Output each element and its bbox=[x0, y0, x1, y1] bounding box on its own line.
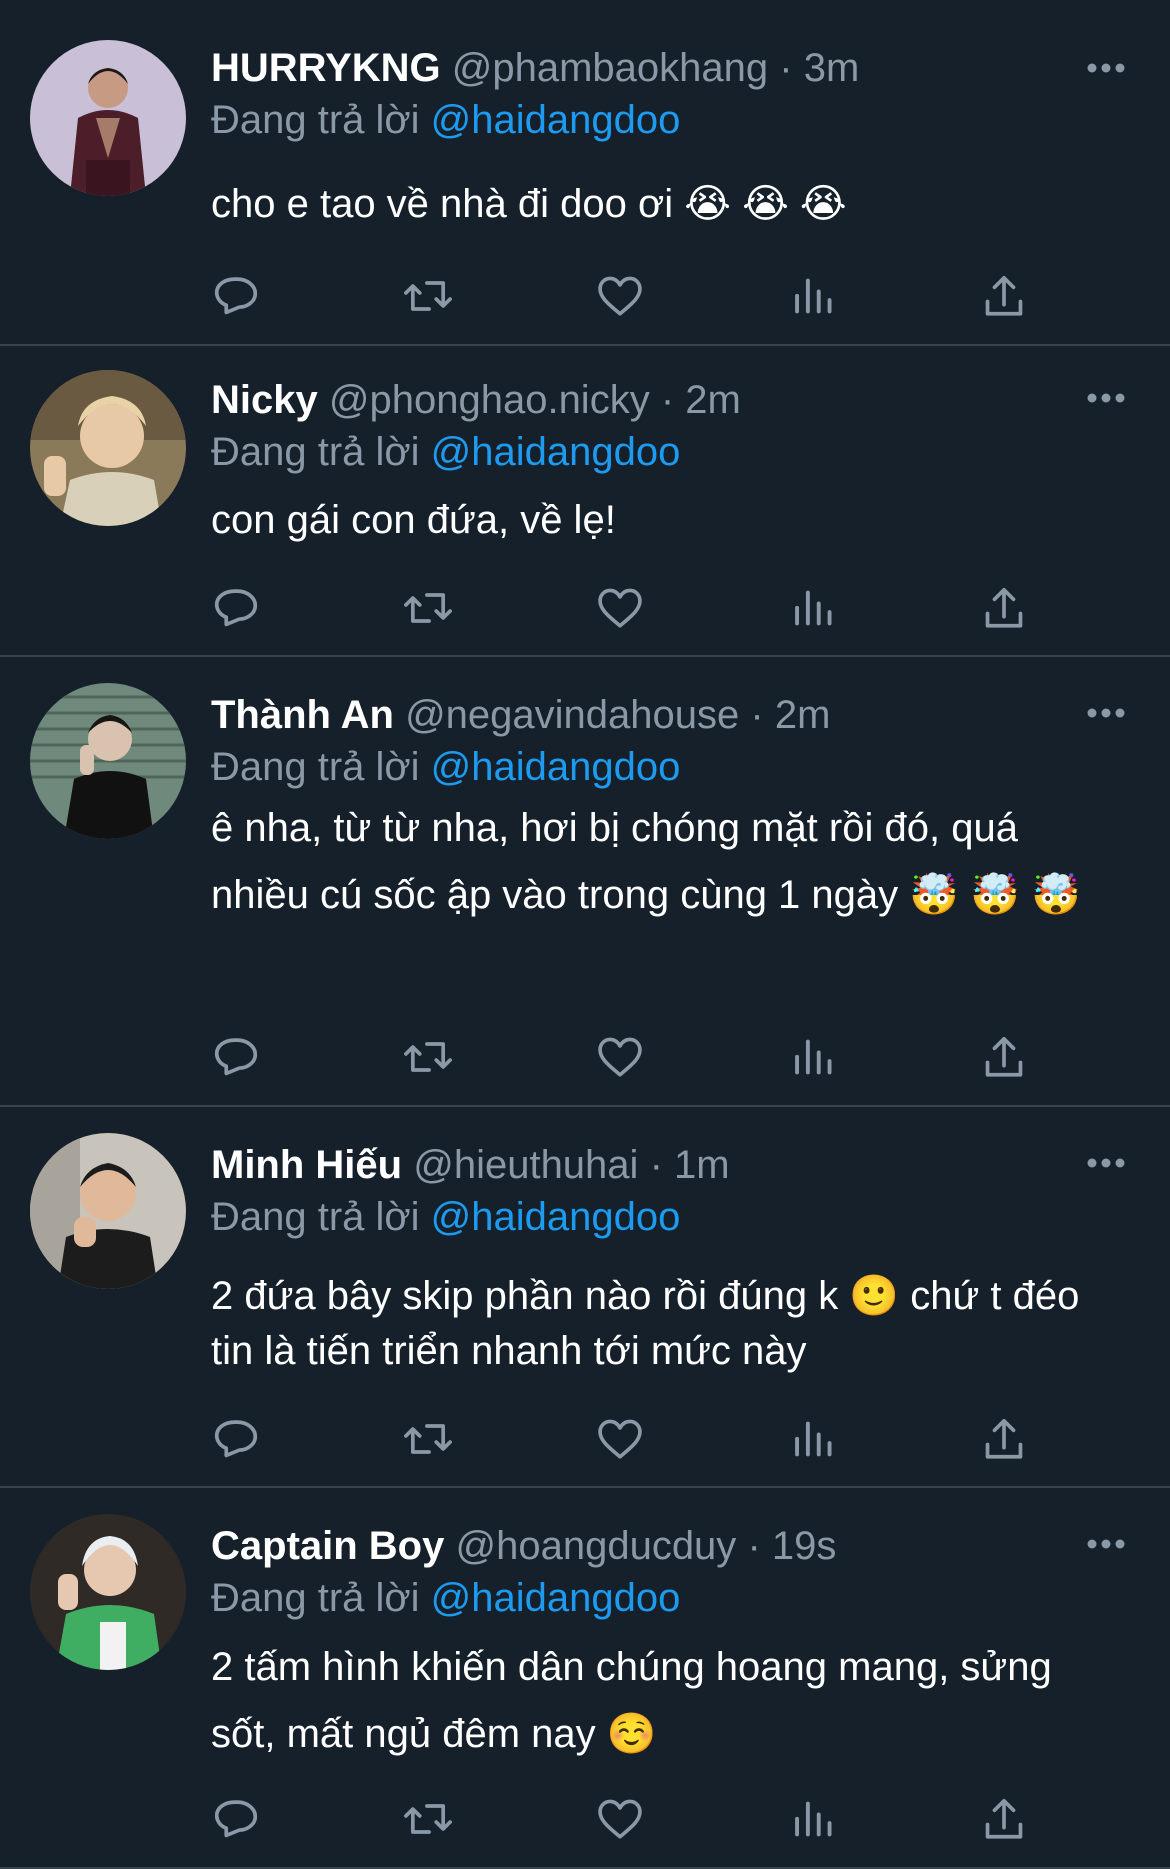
analytics-icon[interactable] bbox=[784, 1029, 840, 1085]
analytics-icon[interactable] bbox=[784, 580, 840, 636]
timestamp[interactable]: 19s bbox=[772, 1524, 837, 1568]
more-options-icon[interactable] bbox=[1082, 48, 1130, 88]
avatar-image bbox=[30, 1514, 186, 1670]
share-icon[interactable] bbox=[976, 1791, 1032, 1847]
like-icon[interactable] bbox=[592, 1791, 648, 1847]
tweet-3[interactable]: Thành An @negavindahouse · 2m Đang trả l… bbox=[0, 657, 1170, 1107]
tweet-header: Nicky @phonghao.nicky · 2m bbox=[211, 374, 1060, 426]
tweet-1[interactable]: HURRYKNG @phambaokhang · 3m Đang trả lời… bbox=[0, 0, 1170, 346]
user-handle[interactable]: @phambaokhang bbox=[452, 46, 768, 90]
avatar[interactable] bbox=[30, 1514, 186, 1670]
replying-to-label: Đang trả lời bbox=[211, 98, 431, 142]
retweet-icon[interactable] bbox=[400, 268, 456, 324]
separator-dot: · bbox=[750, 693, 764, 737]
like-icon[interactable] bbox=[592, 580, 648, 636]
reply-icon[interactable] bbox=[208, 1791, 264, 1847]
tweet-text: 2 tấm hình khiến dân chúng hoang mang, s… bbox=[211, 1645, 1052, 1756]
tweet-text: 2 đứa bây skip phần nào rồi đúng k 🙂 chứ… bbox=[211, 1274, 1080, 1373]
share-icon[interactable] bbox=[976, 580, 1032, 636]
tweet-text: con gái con đứa, về lẹ! bbox=[211, 498, 616, 542]
display-name[interactable]: Captain Boy bbox=[211, 1524, 444, 1568]
more-options-icon[interactable] bbox=[1082, 1143, 1130, 1183]
timestamp[interactable]: 3m bbox=[804, 46, 860, 90]
avatar-image bbox=[30, 1133, 186, 1289]
separator-dot: · bbox=[649, 1143, 663, 1187]
user-handle[interactable]: @negavindahouse bbox=[405, 693, 739, 737]
retweet-icon[interactable] bbox=[400, 580, 456, 636]
replying-to: Đang trả lời @haidangdoo bbox=[211, 94, 680, 146]
like-icon[interactable] bbox=[592, 1411, 648, 1467]
share-icon[interactable] bbox=[976, 1029, 1032, 1085]
timestamp[interactable]: 2m bbox=[775, 693, 831, 737]
tweet-header: Minh Hiếu @hieuthuhai · 1m bbox=[211, 1139, 1060, 1191]
tweet-header: HURRYKNG @phambaokhang · 3m bbox=[211, 42, 1060, 94]
avatar-image bbox=[30, 683, 186, 839]
retweet-icon[interactable] bbox=[400, 1029, 456, 1085]
analytics-icon[interactable] bbox=[784, 268, 840, 324]
analytics-icon[interactable] bbox=[784, 1411, 840, 1467]
user-handle[interactable]: @phonghao.nicky bbox=[329, 378, 650, 422]
display-name[interactable]: Minh Hiếu bbox=[211, 1143, 402, 1187]
separator-dot: · bbox=[779, 46, 793, 90]
separator-dot: · bbox=[747, 1524, 761, 1568]
replying-to-link[interactable]: @haidangdoo bbox=[431, 1576, 681, 1620]
replying-to-link[interactable]: @haidangdoo bbox=[431, 745, 681, 789]
replying-to: Đang trả lời @haidangdoo bbox=[211, 426, 680, 478]
retweet-icon[interactable] bbox=[400, 1411, 456, 1467]
replying-to-link[interactable]: @haidangdoo bbox=[431, 98, 681, 142]
tweet-actions bbox=[208, 1791, 1048, 1847]
tweet-actions bbox=[208, 268, 1048, 324]
like-icon[interactable] bbox=[592, 268, 648, 324]
tweet-5[interactable]: Captain Boy @hoangducduy · 19s Đang trả … bbox=[0, 1488, 1170, 1869]
replying-to-label: Đang trả lời bbox=[211, 1576, 431, 1620]
reply-icon[interactable] bbox=[208, 268, 264, 324]
replying-to-link[interactable]: @haidangdoo bbox=[431, 430, 681, 474]
replying-to-link[interactable]: @haidangdoo bbox=[431, 1195, 681, 1239]
replying-to-label: Đang trả lời bbox=[211, 430, 431, 474]
avatar-image bbox=[30, 370, 186, 526]
replying-to-label: Đang trả lời bbox=[211, 1195, 431, 1239]
replying-to: Đang trả lời @haidangdoo bbox=[211, 1572, 680, 1624]
more-options-icon[interactable] bbox=[1082, 693, 1130, 733]
avatar[interactable] bbox=[30, 1133, 186, 1289]
like-icon[interactable] bbox=[592, 1029, 648, 1085]
display-name[interactable]: Thành An bbox=[211, 693, 394, 737]
reply-icon[interactable] bbox=[208, 1029, 264, 1085]
more-options-icon[interactable] bbox=[1082, 1524, 1130, 1564]
avatar-image bbox=[30, 40, 186, 196]
timestamp[interactable]: 1m bbox=[674, 1143, 730, 1187]
display-name[interactable]: HURRYKNG bbox=[211, 46, 441, 90]
reply-icon[interactable] bbox=[208, 580, 264, 636]
tweet-actions bbox=[208, 580, 1048, 636]
more-options-icon[interactable] bbox=[1082, 378, 1130, 418]
tweet-4[interactable]: Minh Hiếu @hieuthuhai · 1m Đang trả lời … bbox=[0, 1107, 1170, 1488]
tweet-actions bbox=[208, 1411, 1048, 1467]
reply-icon[interactable] bbox=[208, 1411, 264, 1467]
retweet-icon[interactable] bbox=[400, 1791, 456, 1847]
replying-to-label: Đang trả lời bbox=[211, 745, 431, 789]
tweet-text: cho e tao về nhà đi doo ơi 😭 😭 😭 bbox=[211, 182, 847, 226]
replying-to: Đang trả lời @haidangdoo bbox=[211, 741, 680, 793]
tweet-header: Thành An @negavindahouse · 2m bbox=[211, 689, 1060, 741]
tweet-actions bbox=[208, 1029, 1048, 1085]
tweet-2[interactable]: Nicky @phonghao.nicky · 2m Đang trả lời … bbox=[0, 346, 1170, 657]
separator-dot: · bbox=[660, 378, 675, 422]
user-handle[interactable]: @hieuthuhai bbox=[413, 1143, 638, 1187]
tweet-text: ê nha, từ từ nha, hơi bị chóng mặt rồi đ… bbox=[211, 806, 1081, 917]
share-icon[interactable] bbox=[976, 268, 1032, 324]
replying-to: Đang trả lời @haidangdoo bbox=[211, 1191, 680, 1243]
avatar[interactable] bbox=[30, 40, 186, 196]
share-icon[interactable] bbox=[976, 1411, 1032, 1467]
avatar[interactable] bbox=[30, 683, 186, 839]
analytics-icon[interactable] bbox=[784, 1791, 840, 1847]
tweet-header: Captain Boy @hoangducduy · 19s bbox=[211, 1520, 1060, 1572]
avatar[interactable] bbox=[30, 370, 186, 526]
user-handle[interactable]: @hoangducduy bbox=[455, 1524, 736, 1568]
timestamp[interactable]: 2m bbox=[685, 378, 741, 422]
display-name[interactable]: Nicky bbox=[211, 378, 318, 422]
